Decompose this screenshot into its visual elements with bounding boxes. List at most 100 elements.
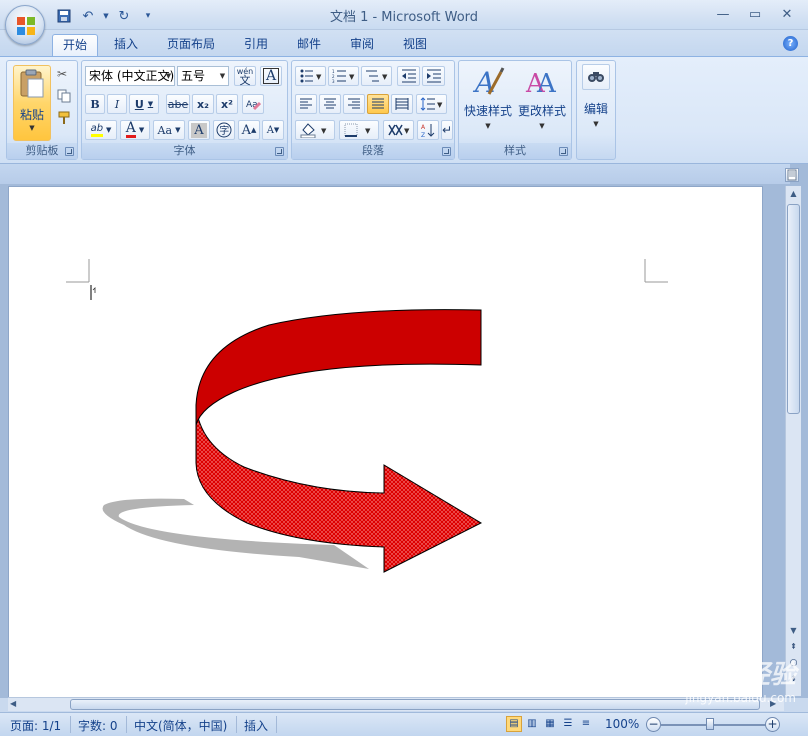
tab-view[interactable]: 视图 <box>393 34 437 56</box>
multilevel-list-button[interactable]: ▼ <box>361 66 392 86</box>
font-launcher-icon[interactable] <box>275 147 284 156</box>
highlight-dropdown-icon[interactable]: ▼ <box>106 126 111 134</box>
zoom-out-icon[interactable]: − <box>646 717 661 732</box>
align-center-button[interactable] <box>319 94 341 114</box>
align-right-button[interactable] <box>343 94 365 114</box>
borders-button[interactable]: ▼ <box>339 120 379 140</box>
document-page[interactable] <box>8 186 763 698</box>
paste-dropdown-icon[interactable]: ▼ <box>14 124 50 132</box>
change-styles-label: 更改样式 <box>517 104 566 118</box>
zoom-slider-thumb[interactable] <box>706 718 714 730</box>
change-case-dropdown-icon[interactable]: ▼ <box>175 126 180 134</box>
draft-view-icon[interactable]: ≡ <box>578 716 594 732</box>
zoom-level[interactable]: 100% <box>605 717 639 731</box>
copy-icon[interactable] <box>57 89 73 105</box>
clipboard-launcher-icon[interactable] <box>65 147 74 156</box>
styles-launcher-icon[interactable] <box>559 147 568 156</box>
show-marks-button[interactable]: ↵ <box>441 120 453 140</box>
shading-button[interactable]: ▼ <box>295 120 335 140</box>
decrease-indent-button[interactable] <box>397 66 420 86</box>
vertical-scrollbar[interactable]: ▲ ▼ ⇞ ○ ⇟ <box>785 186 801 696</box>
quick-styles-dropdown-icon[interactable]: ▼ <box>485 122 490 130</box>
align-left-button[interactable] <box>295 94 317 114</box>
change-case-button[interactable]: Aa ▼ <box>153 120 185 140</box>
help-icon[interactable]: ? <box>783 36 798 51</box>
page-count[interactable]: 页面: 1/1 <box>10 717 61 734</box>
grow-font-button[interactable]: A ▲ <box>238 120 260 140</box>
font-color-dropdown-icon[interactable]: ▼ <box>139 126 144 134</box>
scroll-down-icon[interactable]: ▼ <box>787 623 800 639</box>
char-shading-button[interactable]: A <box>188 120 210 140</box>
horizontal-scroll-thumb[interactable] <box>70 699 760 710</box>
bullets-button[interactable]: ▼ <box>295 66 326 86</box>
language-indicator[interactable]: 中文(简体，中国) <box>134 717 227 734</box>
numbering-button[interactable]: 1 2 3 ▼ <box>328 66 359 86</box>
justify-icon <box>372 98 384 109</box>
grow-font-label: A <box>241 122 251 138</box>
subscript-button[interactable]: x₂ <box>192 94 214 114</box>
scroll-up-icon[interactable]: ▲ <box>787 186 800 202</box>
arrow-upper-band[interactable] <box>195 309 482 426</box>
tab-mailings[interactable]: 邮件 <box>287 34 331 56</box>
increase-indent-button[interactable] <box>422 66 445 86</box>
status-separator <box>70 716 71 733</box>
superscript-button[interactable]: x² <box>216 94 238 114</box>
chinese-layout-button[interactable]: ▼ <box>383 120 414 140</box>
minimize-button[interactable]: — <box>708 4 738 24</box>
change-styles-dropdown-icon[interactable]: ▼ <box>539 122 544 130</box>
shrink-font-button[interactable]: A ▼ <box>262 120 284 140</box>
phonetic-guide-button[interactable]: wén 文 <box>234 66 256 86</box>
underline-button[interactable]: U ▼ <box>129 94 159 114</box>
highlight-button[interactable]: ab ▼ <box>85 120 117 140</box>
char-border-button[interactable]: A <box>260 66 282 86</box>
insert-mode-indicator[interactable]: 插入 <box>244 717 268 734</box>
italic-button[interactable]: I <box>107 94 127 114</box>
editing-button[interactable]: 编辑 ▼ <box>580 64 612 146</box>
svg-text:▼: ▼ <box>365 127 371 135</box>
paste-button[interactable]: 粘贴 ▼ <box>13 65 51 141</box>
justify-button[interactable] <box>367 94 389 114</box>
font-color-button[interactable]: A ▼ <box>120 120 150 140</box>
tab-review[interactable]: 审阅 <box>340 34 384 56</box>
tab-references[interactable]: 引用 <box>234 34 278 56</box>
outline-view-icon[interactable]: ☰ <box>560 716 576 732</box>
zoom-in-icon[interactable]: + <box>765 717 780 732</box>
web-layout-view-icon[interactable]: ▦ <box>542 716 558 732</box>
enclose-chars-button[interactable]: 字 <box>213 120 235 140</box>
distributed-button[interactable] <box>391 94 413 114</box>
tab-home[interactable]: 开始 <box>52 34 99 56</box>
tab-page-layout[interactable]: 页面布局 <box>157 34 225 56</box>
word-count[interactable]: 字数: 0 <box>78 717 118 734</box>
shrink-font-icon: ▼ <box>273 126 280 134</box>
status-separator <box>276 716 277 733</box>
vertical-scroll-thumb[interactable] <box>787 204 800 414</box>
font-size-combo[interactable]: 五号 ▼ <box>177 66 229 86</box>
quick-styles-button[interactable]: A 快速样式 ▼ <box>462 64 514 140</box>
svg-text:Z: Z <box>421 132 425 138</box>
bold-button[interactable]: B <box>85 94 105 114</box>
font-size-dropdown-icon[interactable]: ▼ <box>217 67 228 85</box>
font-name-combo[interactable]: 宋体 (中文正文) ▼ <box>85 66 175 86</box>
editing-dropdown-icon[interactable]: ▼ <box>593 120 598 128</box>
sort-button[interactable]: AZ <box>417 120 439 140</box>
close-button[interactable]: ✕ <box>772 4 802 24</box>
maximize-button[interactable]: ▭ <box>740 4 770 24</box>
clear-formatting-button[interactable]: Aa <box>242 94 264 114</box>
view-ruler-icon[interactable] <box>785 168 799 182</box>
line-spacing-button[interactable]: ▼ <box>416 94 447 114</box>
ribbon-tabs: 开始 插入 页面布局 引用 邮件 审阅 视图 ? <box>0 30 808 56</box>
strikethrough-button[interactable]: abe <box>166 94 190 114</box>
font-name-dropdown-icon[interactable]: ▼ <box>163 67 174 85</box>
office-button[interactable] <box>5 5 45 45</box>
align-right-icon <box>348 98 360 109</box>
cut-icon[interactable]: ✂ <box>57 67 73 83</box>
paragraph-launcher-icon[interactable] <box>442 147 451 156</box>
change-styles-button[interactable]: A A 更改样式 ▼ <box>516 64 568 140</box>
show-marks-icon: ↵ <box>441 123 453 137</box>
tab-insert[interactable]: 插入 <box>104 34 148 56</box>
scroll-left-icon[interactable]: ◀ <box>10 698 22 710</box>
print-layout-view-icon[interactable]: ▤ <box>506 716 522 732</box>
full-screen-reading-view-icon[interactable]: ▥ <box>524 716 540 732</box>
format-painter-icon[interactable] <box>57 111 73 127</box>
underline-dropdown-icon[interactable]: ▼ <box>148 100 153 108</box>
